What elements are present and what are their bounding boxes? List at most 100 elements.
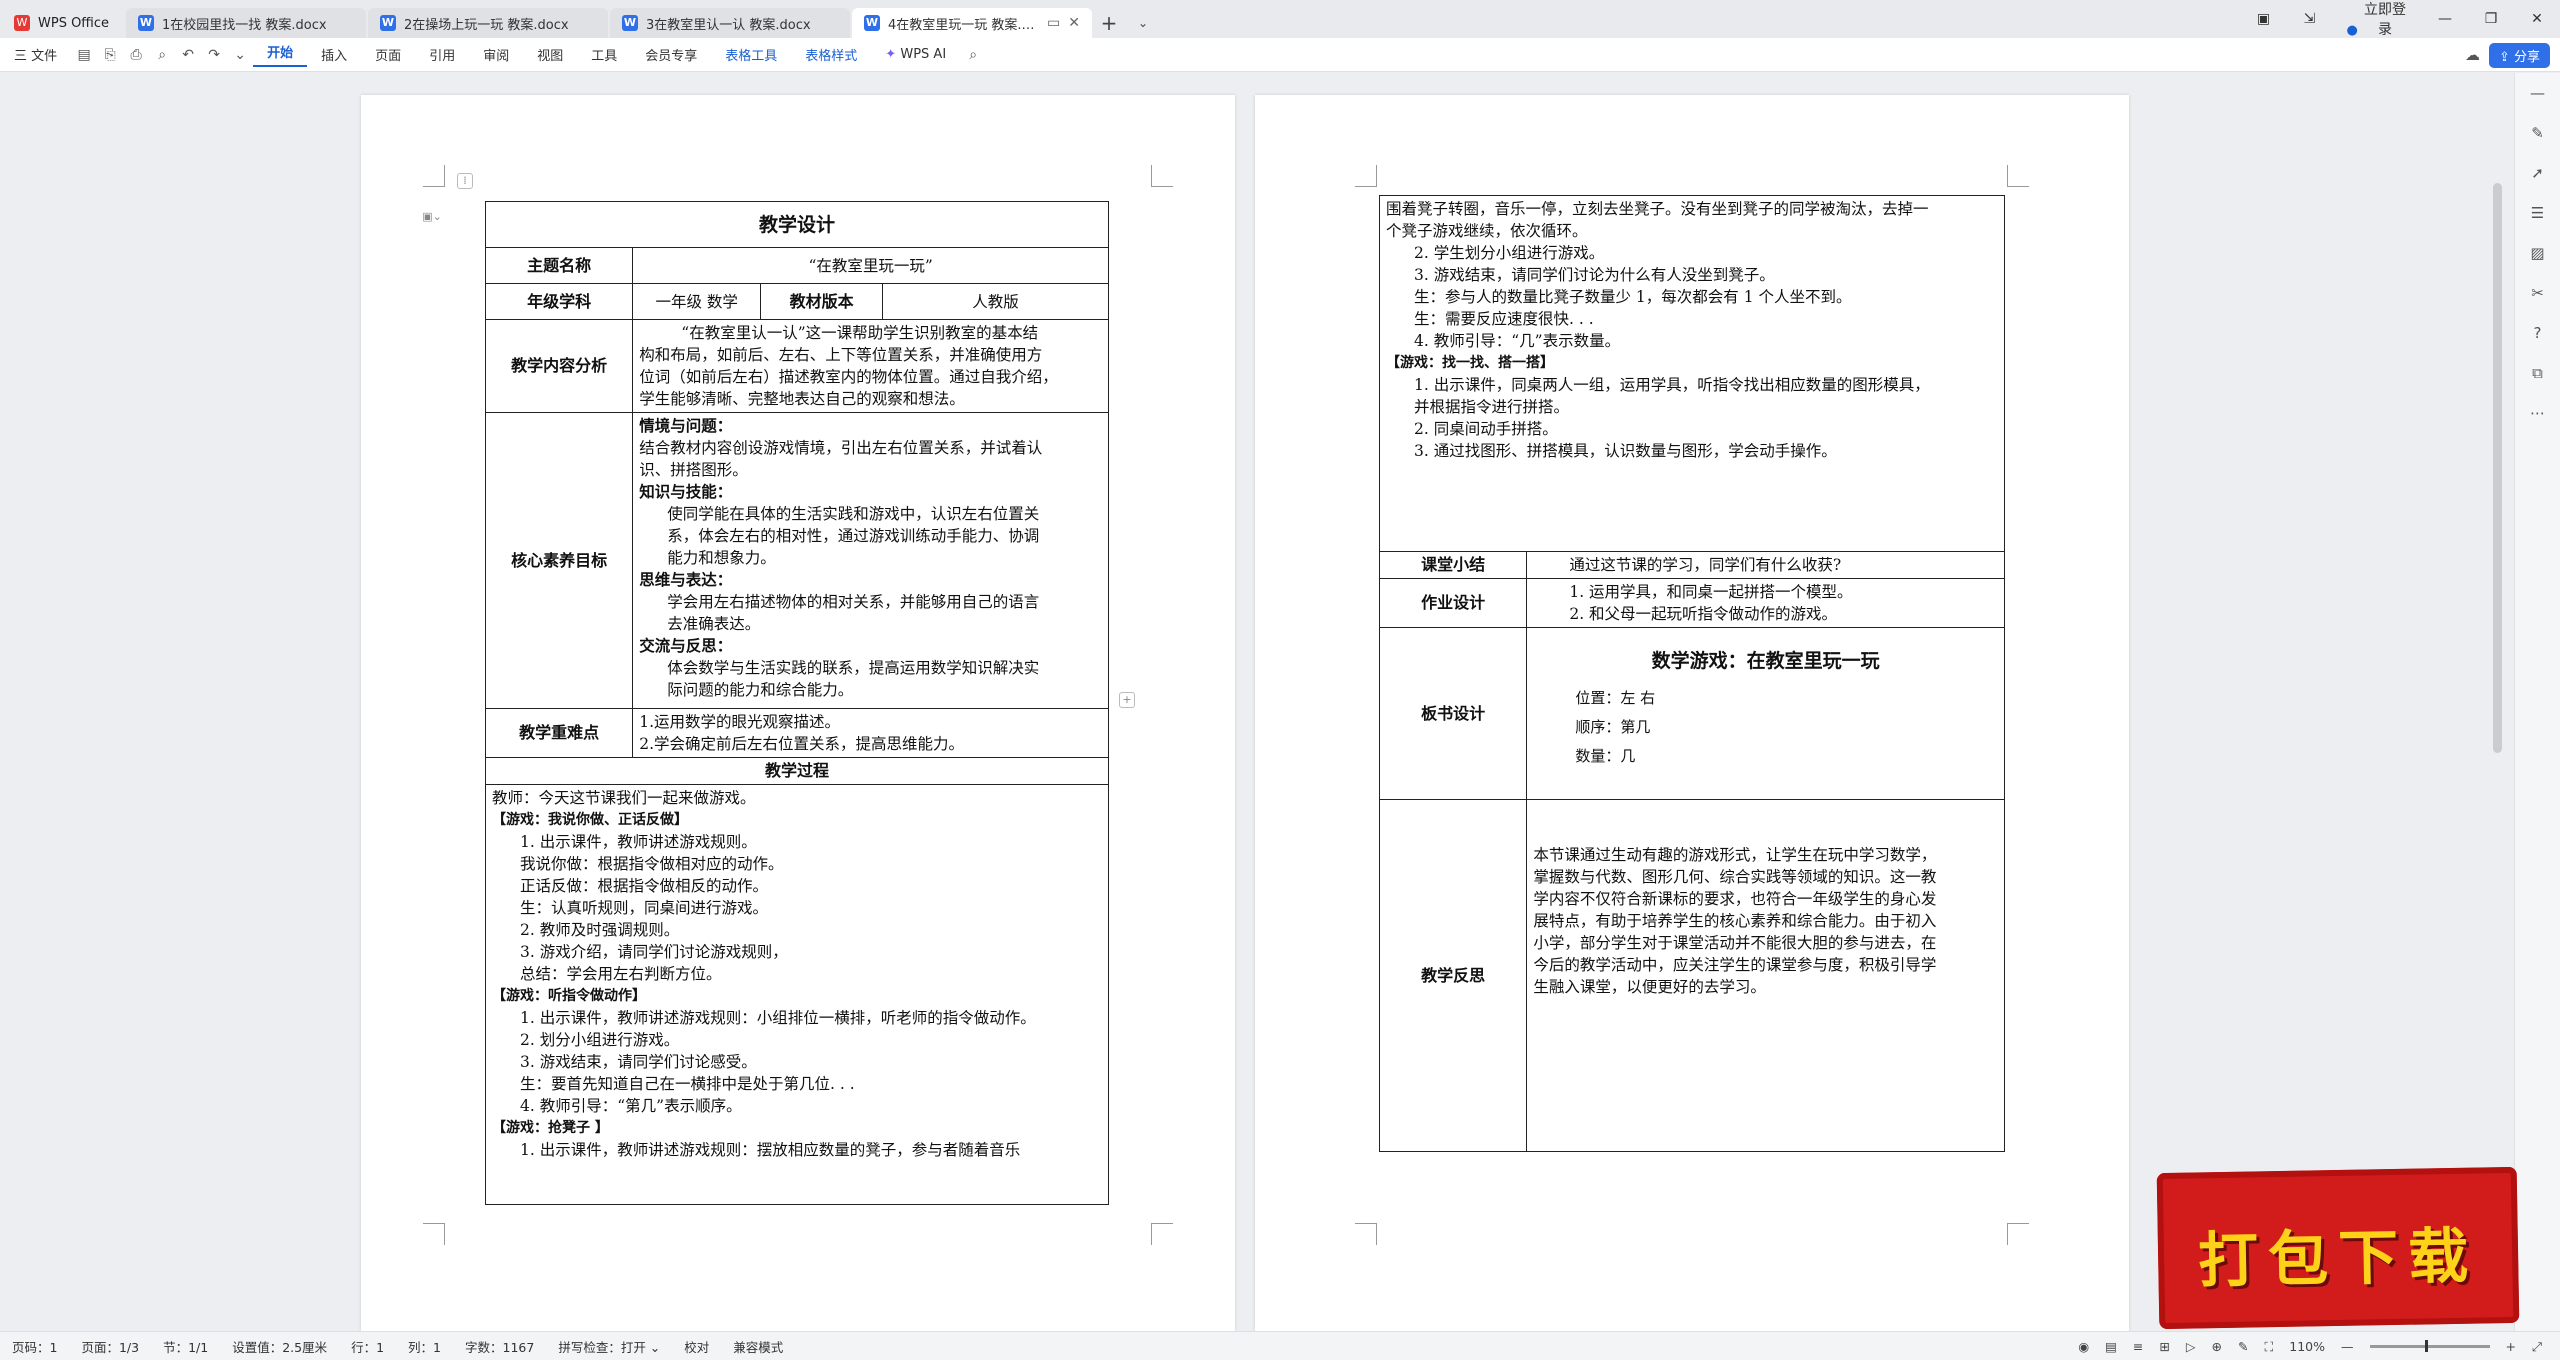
menu-member[interactable]: 会员专享 — [631, 45, 711, 64]
edit-pen-icon[interactable]: ✎ — [2515, 113, 2560, 153]
add-column-icon[interactable]: + — [1119, 692, 1135, 708]
vertical-scrollbar[interactable] — [2493, 183, 2502, 753]
topic-label[interactable]: 主题名称 — [484, 247, 634, 284]
more-chevron-icon[interactable]: ⌄ — [227, 47, 253, 63]
export-icon[interactable]: ⎘ — [97, 47, 123, 63]
cursor-icon[interactable]: ➚ — [2515, 153, 2560, 193]
zoom-level[interactable]: 110% — [2281, 1339, 2333, 1354]
analysis-cell[interactable]: “在教室里认一认”这一课帮助学生识别教室的基本结 构和布局，如前后、左右、上下等… — [632, 319, 1109, 413]
core-cell[interactable]: 情境与问题： 结合教材内容创设游戏情境，引出左右位置关系，并试着认 识、拼搭图形… — [632, 412, 1109, 709]
search-icon[interactable]: ⌕ — [960, 47, 986, 63]
pin-icon[interactable]: ⇲ — [2287, 11, 2333, 27]
process-cell[interactable]: 教师：今天这节课我们一起来做游戏。 【游戏：我说你做、正话反做】 1. 出示课件，教… — [485, 784, 1109, 1205]
settings-sliders-icon[interactable]: ☰ — [2515, 193, 2560, 233]
web-view-icon[interactable]: ⊞ — [2151, 1339, 2177, 1354]
zoom-in-icon[interactable]: + — [2498, 1339, 2524, 1354]
status-setting[interactable]: 设置值：2.5厘米 — [220, 1337, 339, 1356]
new-tab-icon[interactable]: + — [1092, 8, 1126, 38]
tab-doc-2[interactable]: W 2在操场上玩一玩 教案.docx — [368, 8, 608, 38]
menu-reference[interactable]: 引用 — [415, 45, 469, 64]
fullscreen-icon[interactable]: ⤢ — [2524, 1339, 2550, 1355]
help-icon[interactable]: ? — [2515, 313, 2560, 353]
redo-icon[interactable]: ↷ — [201, 47, 227, 63]
menu-review[interactable]: 审阅 — [469, 45, 523, 64]
edition-value[interactable]: 人教版 — [882, 283, 1109, 320]
analysis-label[interactable]: 教学内容分析 — [484, 319, 634, 413]
eye-icon[interactable]: ◉ — [2070, 1339, 2097, 1354]
process-label[interactable]: 教学过程 — [485, 757, 1109, 785]
table-move-handle-icon[interactable]: ⁞ — [457, 173, 473, 189]
status-section[interactable]: 节：1/1 — [151, 1337, 220, 1356]
status-col[interactable]: 列：1 — [396, 1337, 453, 1356]
reflect-cell[interactable]: 本节课通过生动有趣的游戏形式，让学生在玩中学习数学， 掌握数与代数、图形几何、综合… — [1526, 799, 2005, 1152]
core-line: 结合教材内容创设游戏情境，引出左右位置关系，并试着认 — [639, 439, 1043, 457]
menu-home[interactable]: 开始 — [253, 42, 308, 67]
save-icon[interactable]: ▤ — [71, 47, 97, 63]
status-page[interactable]: 页码：1 — [0, 1337, 69, 1356]
status-row[interactable]: 行：1 — [339, 1337, 396, 1356]
status-pages[interactable]: 页面：1/3 — [69, 1337, 151, 1356]
tab-wps-office[interactable]: W WPS Office — [2, 8, 124, 38]
menu-page[interactable]: 页面 — [361, 45, 415, 64]
process-continued-cell[interactable]: 围着凳子转圈，音乐一停，立刻去坐凳子。没有坐到凳子的同学被淘汰，去掉一 个凳子游戏… — [1379, 195, 2005, 552]
globe-icon[interactable]: ⊕ — [2204, 1339, 2230, 1354]
pen-icon[interactable]: ✎ — [2230, 1339, 2256, 1354]
summary-value[interactable]: 通过这节课的学习，同学们有什么收获? — [1526, 551, 2005, 579]
status-proofread[interactable]: 校对 — [672, 1337, 721, 1356]
close-tab-icon[interactable]: ✕ — [1068, 15, 1080, 31]
key-cell[interactable]: 1.运用数学的眼光观察描述。 2.学会确定前后左右位置关系，提高思维能力。 — [632, 708, 1109, 758]
image-icon[interactable]: ▨ — [2515, 233, 2560, 273]
key-label[interactable]: 教学重难点 — [484, 708, 634, 758]
tab-doc-1[interactable]: W 1在校园里找一找 教案.docx — [126, 8, 366, 38]
menu-table-tools[interactable]: 表格工具 — [711, 45, 791, 64]
wps-ai-button[interactable]: ✦ WPS AI — [871, 47, 960, 62]
topic-value[interactable]: “在教室里玩一玩” — [632, 247, 1109, 284]
grade-value[interactable]: 一年级 数学 — [632, 283, 762, 320]
table-title[interactable]: 教学设计 — [485, 201, 1109, 248]
play-icon[interactable]: ▷ — [2178, 1339, 2204, 1354]
more-icon[interactable]: ⋯ — [2515, 393, 2560, 433]
zoom-out-icon[interactable]: — — [2333, 1339, 2362, 1354]
document-canvas[interactable]: ⁞ ▣⌄ + 教学设计 主题名称 “在教室里玩一玩” 年级学科 一年级 数学 教… — [0, 73, 2560, 1331]
board-cell[interactable]: 数学游戏：在教室里玩一玩 位置：左 右 顺序：第几 数量：几 — [1526, 627, 2005, 800]
edition-label[interactable]: 教材版本 — [760, 283, 884, 320]
tab-list-icon[interactable]: ▣ — [2241, 11, 2287, 27]
restore-icon[interactable]: ❐ — [2468, 11, 2514, 27]
download-promo-badge[interactable]: 打包下载 — [2156, 1166, 2520, 1330]
zoom-slider[interactable] — [2362, 1340, 2498, 1352]
board-label[interactable]: 板书设计 — [1378, 627, 1528, 800]
tab-doc-3[interactable]: W 3在教室里认一认 教案.docx — [610, 8, 850, 38]
cloud-sync-icon[interactable]: ☁ — [2465, 46, 2480, 64]
menu-view[interactable]: 视图 — [523, 45, 577, 64]
login-link[interactable]: ● 立即登录 — [2333, 0, 2422, 39]
file-menu[interactable]: 三 文件 — [0, 45, 71, 64]
collapse-icon[interactable]: — — [2515, 73, 2560, 113]
share-button[interactable]: ⇪ 分享 — [2488, 43, 2550, 68]
homework-cell[interactable]: 1. 运用学具，和同桌一起拼搭一个模型。 2. 和父母一起玩听指令做动作的游戏。 — [1526, 578, 2005, 628]
core-label[interactable]: 核心素养目标 — [484, 412, 634, 709]
reflect-label[interactable]: 教学反思 — [1378, 799, 1528, 1152]
status-spellcheck[interactable]: 拼写检查：打开 ⌄ — [546, 1337, 672, 1356]
undo-icon[interactable]: ↶ — [175, 47, 201, 63]
page-view-icon[interactable]: ▤ — [2097, 1339, 2125, 1354]
tools-icon[interactable]: ✂ — [2515, 273, 2560, 313]
layers-icon[interactable]: ⧉ — [2515, 353, 2560, 393]
summary-label[interactable]: 课堂小结 — [1378, 551, 1528, 579]
status-wordcount[interactable]: 字数：1167 — [453, 1337, 546, 1356]
fit-icon[interactable]: ⛶ — [2256, 1339, 2281, 1355]
minimize-icon[interactable]: — — [2422, 11, 2468, 27]
tab-doc-4-active[interactable]: W 4在教室里玩一玩 教案.docx ▭ ✕ — [852, 8, 1092, 38]
status-compat[interactable]: 兼容模式 — [721, 1337, 795, 1356]
monitor-icon[interactable]: ▭ — [1047, 15, 1060, 31]
print-icon[interactable]: ⎙ — [123, 47, 149, 63]
grade-label[interactable]: 年级学科 — [484, 283, 634, 320]
table-options-icon[interactable]: ▣⌄ — [417, 210, 447, 226]
chevron-down-icon[interactable]: ⌄ — [1126, 8, 1160, 38]
print-preview-icon[interactable]: ⌕ — [149, 47, 175, 63]
close-window-icon[interactable]: ✕ — [2514, 11, 2560, 27]
homework-label[interactable]: 作业设计 — [1378, 578, 1528, 628]
menu-tools[interactable]: 工具 — [577, 45, 631, 64]
menu-table-style[interactable]: 表格样式 — [791, 45, 871, 64]
menu-insert[interactable]: 插入 — [307, 45, 361, 64]
outline-view-icon[interactable]: ≡ — [2125, 1339, 2151, 1354]
